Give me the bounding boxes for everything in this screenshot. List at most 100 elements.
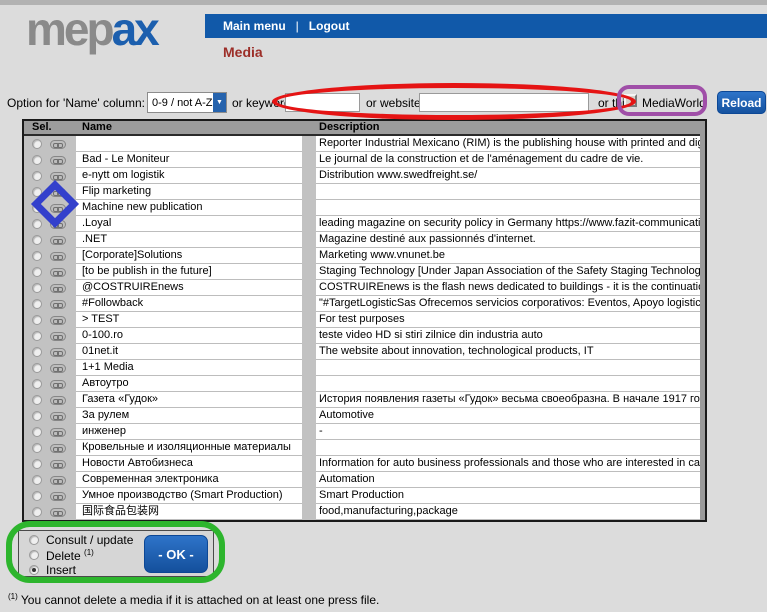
row-radio[interactable] [32, 299, 42, 309]
row-radio[interactable] [32, 235, 42, 245]
keyword-input[interactable] [285, 93, 360, 112]
media-name: Bad - Le Moniteur [76, 152, 302, 168]
link-icon[interactable] [50, 332, 66, 341]
media-name: Газета «Гудок» [76, 392, 302, 408]
link-icon[interactable] [50, 492, 66, 501]
column-gap [302, 392, 316, 408]
row-radio[interactable] [32, 187, 42, 197]
table-row: .Loyalleading magazine on security polic… [24, 216, 705, 232]
link-icon[interactable] [50, 396, 66, 405]
row-radio[interactable] [32, 507, 42, 517]
table-row: Современная электроникаAutomation [24, 472, 705, 488]
column-gap [302, 504, 316, 520]
link-icon[interactable] [50, 252, 66, 261]
link-icon[interactable] [50, 220, 66, 229]
link-icon[interactable] [50, 460, 66, 469]
column-gap [302, 376, 316, 392]
column-gap [302, 456, 316, 472]
table-row: Reporter Industrial Mexicano (RIM) is th… [24, 136, 705, 152]
link-icon[interactable] [50, 284, 66, 293]
row-radio[interactable] [32, 267, 42, 277]
row-select-cell [24, 136, 76, 152]
row-radio[interactable] [32, 347, 42, 357]
row-select-cell [24, 376, 76, 392]
row-radio[interactable] [32, 139, 42, 149]
media-name: Умное производство (Smart Production) [76, 488, 302, 504]
media-description: The website about innovation, technologi… [316, 344, 705, 360]
row-select-cell [24, 488, 76, 504]
link-icon[interactable] [50, 428, 66, 437]
link-icon[interactable] [50, 476, 66, 485]
table-row: 1+1 Media [24, 360, 705, 376]
media-name: Flip marketing [76, 184, 302, 200]
row-radio[interactable] [32, 219, 42, 229]
row-radio[interactable] [32, 443, 42, 453]
action-radio[interactable] [29, 535, 39, 545]
row-radio[interactable] [32, 491, 42, 501]
row-radio[interactable] [32, 379, 42, 389]
ok-button[interactable]: - OK - [144, 535, 208, 573]
media-name: .Loyal [76, 216, 302, 232]
row-radio[interactable] [32, 171, 42, 181]
table-row: Bad - Le MoniteurLe journal de la constr… [24, 152, 705, 168]
name-filter-select[interactable]: 0-9 / not A-Z ▼ [147, 92, 227, 113]
link-icon[interactable] [50, 348, 66, 357]
row-radio[interactable] [32, 251, 42, 261]
link-icon[interactable] [50, 268, 66, 277]
media-description: For test purposes [316, 312, 705, 328]
nav-logout[interactable]: Logout [309, 19, 350, 33]
table-row: > TESTFor test purposes [24, 312, 705, 328]
table-scrollbar[interactable] [700, 121, 705, 520]
table-row: инженер- [24, 424, 705, 440]
media-description: Reporter Industrial Mexicano (RIM) is th… [316, 136, 705, 152]
media-name: #Followback [76, 296, 302, 312]
table-row: [Corporate]SolutionsMarketing www.vnunet… [24, 248, 705, 264]
row-radio[interactable] [32, 203, 42, 213]
mepax-logo: mepax [26, 6, 157, 52]
column-gap [302, 408, 316, 424]
row-radio[interactable] [32, 155, 42, 165]
link-icon[interactable] [50, 156, 66, 165]
reload-button[interactable]: Reload [717, 91, 766, 114]
row-radio[interactable] [32, 427, 42, 437]
row-radio[interactable] [32, 331, 42, 341]
link-icon[interactable] [50, 364, 66, 373]
link-icon[interactable] [50, 172, 66, 181]
table-row: Flip marketing [24, 184, 705, 200]
row-radio[interactable] [32, 315, 42, 325]
column-gap [302, 136, 316, 152]
row-radio[interactable] [32, 363, 42, 373]
chevron-down-icon: ▼ [213, 93, 226, 112]
row-radio[interactable] [32, 411, 42, 421]
link-icon[interactable] [50, 300, 66, 309]
row-select-cell [24, 392, 76, 408]
mediaworld-checkbox[interactable] [624, 94, 637, 107]
link-icon[interactable] [50, 204, 66, 213]
row-radio[interactable] [32, 395, 42, 405]
row-radio[interactable] [32, 283, 42, 293]
media-description: "#TargetLogisticSas Ofrecemos servicios … [316, 296, 705, 312]
link-icon[interactable] [50, 316, 66, 325]
media-description: Staging Technology [Under Japan Associat… [316, 264, 705, 280]
link-icon[interactable] [50, 444, 66, 453]
logo-part-blue: ax [112, 3, 157, 55]
row-select-cell [24, 328, 76, 344]
action-radio[interactable] [29, 565, 39, 575]
link-icon[interactable] [50, 140, 66, 149]
media-description [316, 200, 705, 216]
link-icon[interactable] [50, 508, 66, 517]
link-icon[interactable] [50, 380, 66, 389]
row-select-cell [24, 472, 76, 488]
action-radio[interactable] [29, 550, 39, 560]
link-icon[interactable] [50, 188, 66, 197]
column-gap [302, 168, 316, 184]
link-icon[interactable] [50, 412, 66, 421]
row-radio[interactable] [32, 475, 42, 485]
nav-main-menu[interactable]: Main menu [223, 19, 286, 33]
media-name: Новости Автобизнеса [76, 456, 302, 472]
row-radio[interactable] [32, 459, 42, 469]
website-input[interactable] [419, 93, 589, 112]
header-sel: Sel. [24, 121, 76, 134]
media-description: Automotive [316, 408, 705, 424]
link-icon[interactable] [50, 236, 66, 245]
